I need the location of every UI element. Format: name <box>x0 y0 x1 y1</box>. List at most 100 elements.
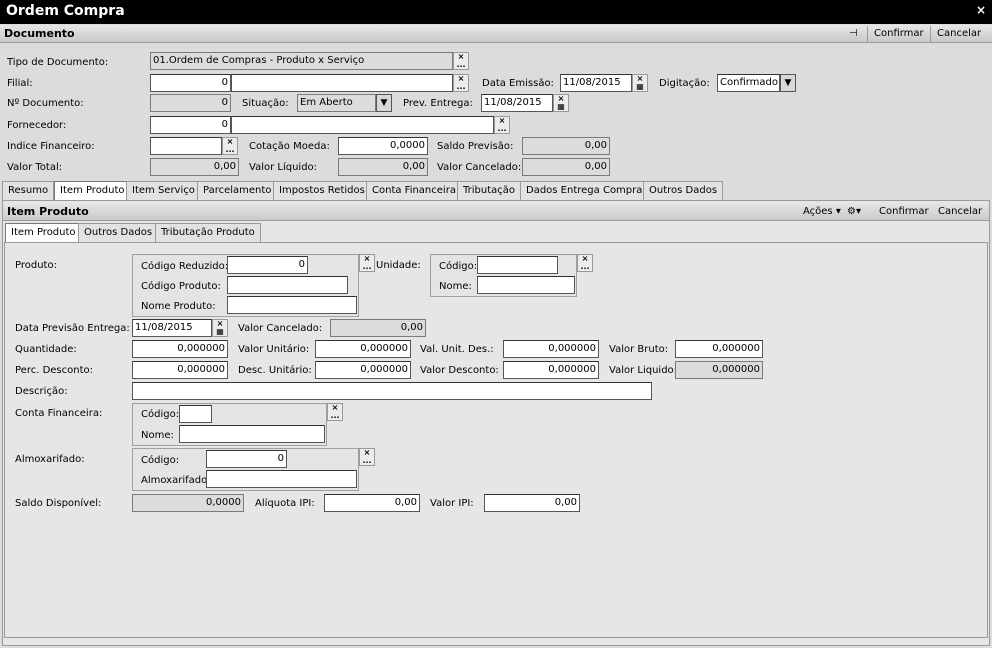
valor-ipi-input[interactable]: 0,00 <box>484 494 580 512</box>
codigo-reduzido-input[interactable]: 0 <box>227 256 308 274</box>
indice-financeiro-label: Indice Financeiro: <box>7 141 95 152</box>
fornecedor-code-input[interactable]: 0 <box>150 116 231 134</box>
window-title: Ordem Compra <box>6 3 125 19</box>
subtab-item-produto[interactable]: Item Produto <box>5 223 82 243</box>
situacao-select[interactable]: Em Aberto <box>297 94 376 112</box>
data-previsao-calendar-button[interactable]: × ▦ <box>212 319 228 337</box>
item-confirm-button[interactable]: Confirmar <box>873 204 935 221</box>
window-titlebar: Ordem Compra × <box>0 0 992 24</box>
sub-tab-bar: Item Produto Outros Dados Tributação Pro… <box>5 223 305 243</box>
tipo-documento-lookup-button[interactable]: ×... <box>453 52 469 70</box>
cotacao-moeda-input[interactable]: 0,0000 <box>338 137 428 155</box>
valor-total-label: Valor Total: <box>7 162 63 173</box>
saldo-disponivel-label: Saldo Disponível: <box>15 498 102 509</box>
almoxarifado-label: Almoxarifado: <box>15 454 85 465</box>
tab-outros-dados[interactable]: Outros Dados <box>643 181 724 200</box>
cotacao-moeda-label: Cotação Moeda: <box>249 141 330 152</box>
saldo-disponivel-field: 0,0000 <box>132 494 244 512</box>
desc-unitario-input[interactable]: 0,000000 <box>315 361 411 379</box>
pin-icon[interactable]: ⊣ <box>843 26 864 43</box>
acoes-label: Ações <box>803 206 833 217</box>
descricao-input[interactable] <box>132 382 652 400</box>
ellipsis-icon: ... <box>580 262 590 271</box>
chevron-down-icon[interactable]: ▼ <box>780 74 796 92</box>
nome-produto-input[interactable] <box>227 296 357 314</box>
tipo-documento-field[interactable]: 01.Ordem de Compras - Produto x Serviço <box>150 52 453 70</box>
almox-nome-label: Almoxarifado: <box>141 475 211 486</box>
ellipsis-icon: ... <box>330 411 340 420</box>
chevron-down-icon[interactable]: ▼ <box>376 94 392 112</box>
n-documento-field: 0 <box>150 94 231 112</box>
valor-liquido-label: Valor Líquido: <box>249 162 318 173</box>
subtab-outros-dados[interactable]: Outros Dados <box>78 223 159 242</box>
valor-unitario-input[interactable]: 0,000000 <box>315 340 411 358</box>
item-cancel-button[interactable]: Cancelar <box>932 204 988 221</box>
descricao-label: Descrição: <box>15 386 68 397</box>
situacao-label: Situação: <box>242 98 289 109</box>
ellipsis-icon: ... <box>225 145 235 154</box>
almox-nome-input[interactable] <box>206 470 357 488</box>
saldo-previsao-field: 0,00 <box>522 137 610 155</box>
tab-conta-financeira[interactable]: Conta Financeira <box>366 181 462 200</box>
n-documento-label: Nº Documento: <box>7 98 84 109</box>
indice-financeiro-lookup-button[interactable]: ×... <box>222 137 238 155</box>
item-valor-cancelado-label: Valor Cancelado: <box>238 323 323 334</box>
data-emissao-label: Data Emissão: <box>482 78 554 89</box>
valor-ipi-label: Valor IPI: <box>430 498 474 509</box>
unidade-codigo-input[interactable] <box>477 256 558 274</box>
unidade-label: Unidade: <box>376 260 421 271</box>
prev-entrega-calendar-button[interactable]: × ▦ <box>553 94 569 112</box>
ellipsis-icon: ... <box>456 82 466 91</box>
subtab-tributacao-produto[interactable]: Tributação Produto <box>155 223 261 242</box>
conta-codigo-input[interactable] <box>179 405 212 423</box>
prev-entrega-label: Prev. Entrega: <box>403 98 473 109</box>
fornecedor-lookup-button[interactable]: ×... <box>494 116 510 134</box>
valor-desconto-input[interactable]: 0,000000 <box>503 361 599 379</box>
produto-lookup-button[interactable]: ×... <box>359 254 375 272</box>
ellipsis-icon: ... <box>362 456 372 465</box>
prev-entrega-input[interactable]: 11/08/2015 <box>481 94 553 112</box>
documento-confirm-button[interactable]: Confirmar <box>867 26 930 43</box>
tab-item-produto[interactable]: Item Produto <box>54 181 131 201</box>
conta-nome-label: Nome: <box>141 430 174 441</box>
filial-lookup-button[interactable]: ×... <box>453 74 469 92</box>
data-emissao-calendar-button[interactable]: × ▦ <box>632 74 648 92</box>
acoes-menu-button[interactable]: Ações ▾ <box>797 204 847 221</box>
codigo-produto-input[interactable] <box>227 276 348 294</box>
data-previsao-entrega-input[interactable]: 11/08/2015 <box>132 319 212 337</box>
almox-codigo-label: Código: <box>141 455 180 466</box>
tab-impostos-retidos[interactable]: Impostos Retidos <box>273 181 371 200</box>
conta-financeira-lookup-button[interactable]: ×... <box>327 403 343 421</box>
indice-financeiro-input[interactable] <box>150 137 222 155</box>
item-valor-cancelado-field: 0,00 <box>330 319 426 337</box>
unidade-nome-input[interactable] <box>477 276 575 294</box>
documento-cancel-button[interactable]: Cancelar <box>930 26 987 43</box>
almox-codigo-input[interactable]: 0 <box>206 450 287 468</box>
tab-dados-entrega-compra[interactable]: Dados Entrega Compra <box>520 181 649 200</box>
digitacao-select[interactable]: Confirmado <box>717 74 780 92</box>
quantidade-input[interactable]: 0,000000 <box>132 340 228 358</box>
settings-menu-button[interactable]: ⚙▾ <box>841 204 867 221</box>
conta-nome-input[interactable] <box>179 425 325 443</box>
aliquota-ipi-input[interactable]: 0,00 <box>324 494 420 512</box>
almoxarifado-lookup-button[interactable]: ×... <box>359 448 375 466</box>
val-unit-des-input[interactable]: 0,000000 <box>503 340 599 358</box>
filial-code-input[interactable]: 0 <box>150 74 231 92</box>
valor-bruto-input[interactable]: 0,000000 <box>675 340 763 358</box>
item-produto-title: Item Produto <box>7 205 89 218</box>
close-icon[interactable]: × <box>976 3 986 17</box>
fornecedor-name-input[interactable] <box>231 116 494 134</box>
unidade-nome-label: Nome: <box>439 281 472 292</box>
tab-parcelamento[interactable]: Parcelamento <box>197 181 278 200</box>
ellipsis-icon: ... <box>497 124 507 133</box>
data-emissao-input[interactable]: 11/08/2015 <box>560 74 632 92</box>
filial-name-input[interactable] <box>231 74 453 92</box>
perc-desconto-label: Perc. Desconto: <box>15 365 93 376</box>
tab-item-servico[interactable]: Item Serviço <box>126 181 201 200</box>
unidade-lookup-button[interactable]: ×... <box>577 254 593 272</box>
tab-resumo[interactable]: Resumo <box>2 181 55 200</box>
calendar-icon: ▦ <box>216 327 224 336</box>
calendar-icon: ▦ <box>636 82 644 91</box>
tab-tributacao[interactable]: Tributação <box>457 181 522 200</box>
perc-desconto-input[interactable]: 0,000000 <box>132 361 228 379</box>
